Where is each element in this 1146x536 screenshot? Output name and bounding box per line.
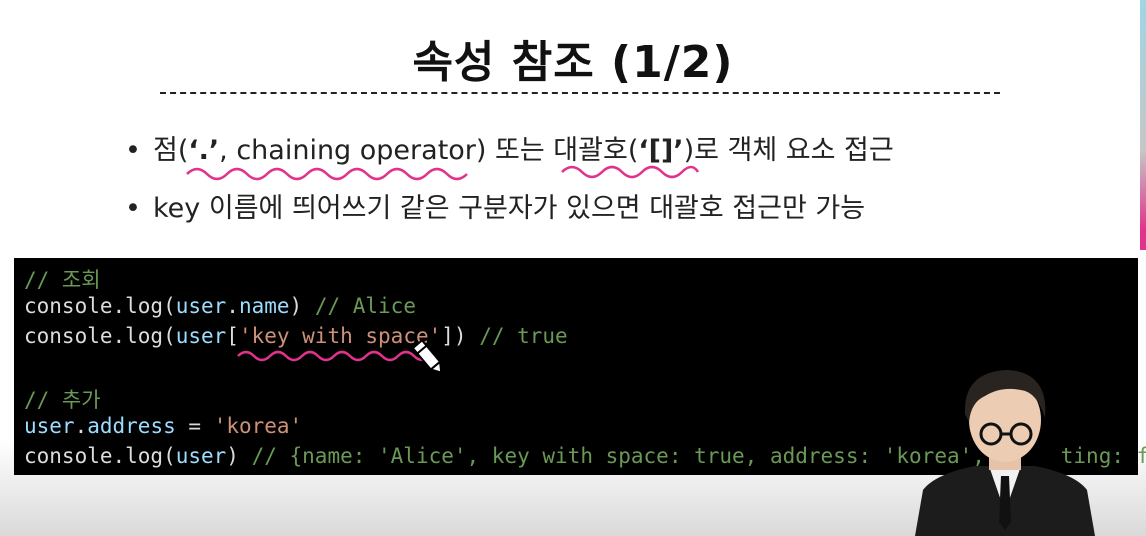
bullet-dot: •	[125, 193, 141, 224]
bullet-1-suffix: )로 객체 요소 접근	[683, 135, 894, 166]
pink-underline-annotation	[186, 167, 468, 181]
slide: 속성 참조 (1/2) • 점(‘.’, chaining operator) 또…	[0, 0, 1146, 536]
bullet-2-text: 이름에 띄어쓰기 같은 구분자가 있으면 대괄호 접근만 가능	[200, 193, 866, 224]
pencil-cursor-icon	[412, 338, 443, 374]
code-token: )	[226, 444, 252, 468]
code-comment: // Alice	[314, 294, 416, 318]
code-token: user	[175, 294, 227, 318]
bullet-2: • key 이름에 띄어쓰기 같은 구분자가 있으면 대괄호 접근만 가능	[125, 186, 865, 225]
code-token: name	[238, 294, 290, 318]
code-token: console.log(	[24, 444, 176, 468]
code-token: .	[226, 294, 239, 318]
code-line-3: console.log(user['key with space']) // t…	[24, 324, 568, 348]
pink-underline-annotation-2	[561, 165, 700, 179]
bullet-2-key: key	[153, 193, 201, 224]
slide-title: 속성 참조 (1/2)	[412, 37, 734, 88]
code-token: console.log(	[24, 294, 176, 318]
pink-underline-annotation-3	[237, 350, 433, 362]
code-token: =	[175, 414, 214, 438]
code-comment: // true	[479, 324, 568, 348]
bullet-dot: •	[125, 135, 141, 166]
title-divider	[160, 92, 1000, 94]
code-string: 'korea'	[213, 414, 303, 438]
code-token: console.log(	[24, 324, 176, 348]
code-line-1: // 조회	[24, 264, 101, 294]
code-line-4: // 추가	[24, 384, 101, 414]
code-line-2: console.log(user.name) // Alice	[24, 294, 416, 318]
bullet-1-prefix: 점(	[153, 135, 189, 166]
code-token: )	[289, 294, 315, 318]
code-token: [	[226, 324, 239, 348]
code-token: user	[175, 324, 227, 348]
code-comment: // 조회	[24, 268, 101, 292]
code-token: user	[24, 414, 75, 438]
code-token: ])	[441, 324, 480, 348]
right-edge-strip	[1140, 0, 1146, 250]
code-line-5: user.address = 'korea'	[24, 414, 302, 438]
code-comment: // {name: 'Alice', key with space: true,…	[251, 444, 998, 468]
code-token: user	[175, 444, 227, 468]
code-string: 'key with space'	[238, 324, 442, 348]
code-comment: // 추가	[24, 388, 101, 412]
code-token: .	[74, 414, 88, 438]
code-token: address	[87, 414, 176, 438]
speaker-video-icon	[915, 370, 1095, 536]
